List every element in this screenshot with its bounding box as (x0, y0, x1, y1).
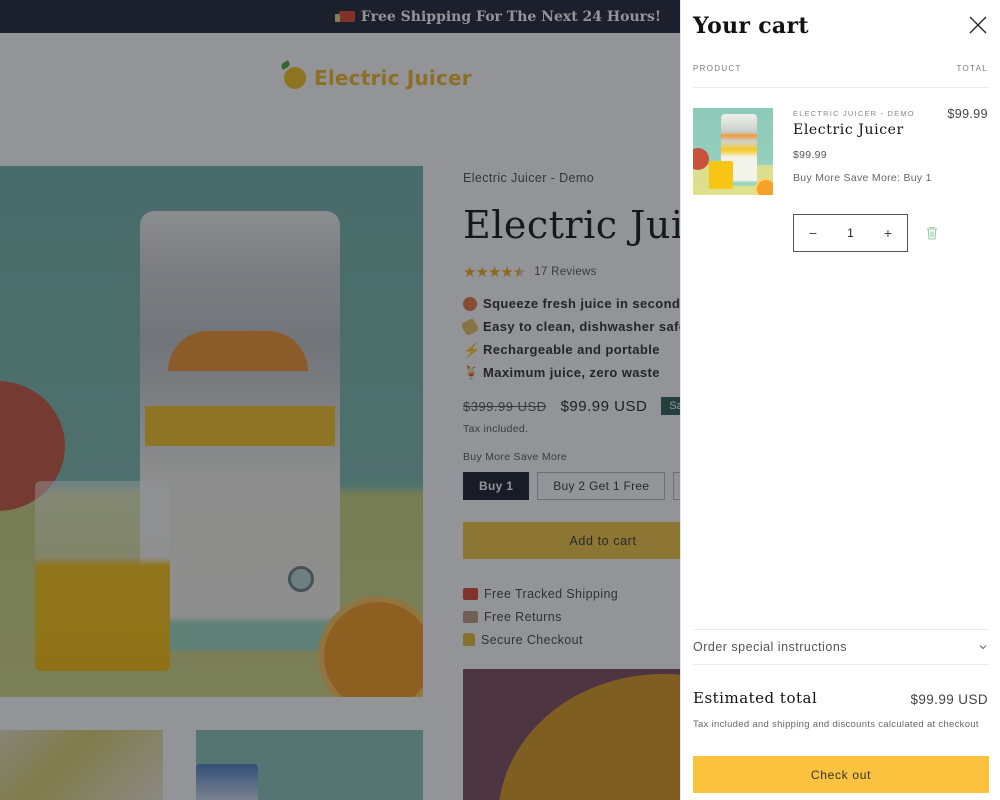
close-cart-button[interactable] (967, 14, 989, 36)
cart-item-price: $99.99 (793, 149, 827, 161)
checkout-button[interactable]: Check out (693, 756, 989, 793)
cart-item-vendor: ELECTRIC JUICER - DEMO (793, 109, 915, 118)
cart-drawer: Your cart PRODUCT TOTAL ELECTRIC JUICER … (680, 0, 1000, 800)
special-instructions-label: Order special instructions (693, 640, 848, 654)
special-instructions-toggle[interactable]: Order special instructions (693, 629, 989, 665)
header-divider (693, 87, 989, 88)
checkout-tax-note: Tax included and shipping and discounts … (693, 719, 979, 730)
glass-graphic (709, 161, 733, 189)
column-header-product: PRODUCT (693, 64, 742, 73)
trash-icon (927, 226, 937, 240)
remove-item-button[interactable] (925, 226, 939, 242)
quantity-stepper: − + (793, 214, 908, 252)
orange-slice-graphic (755, 178, 773, 195)
drawer-backdrop[interactable] (0, 0, 680, 800)
increase-quantity-button[interactable]: + (869, 215, 907, 251)
cart-item-option: Buy More Save More: Buy 1 (793, 172, 932, 184)
cart-item-name[interactable]: Electric Juicer (793, 122, 904, 138)
estimated-total-label: Estimated total (693, 689, 818, 707)
estimated-total-value: $99.99 USD (910, 692, 988, 707)
close-icon (969, 16, 987, 34)
column-header-total: TOTAL (956, 64, 988, 73)
cart-title: Your cart (693, 13, 809, 39)
quantity-input[interactable] (832, 226, 869, 240)
decrease-quantity-button[interactable]: − (794, 215, 832, 251)
cart-item-line-total: $99.99 (947, 107, 988, 121)
chevron-down-icon (979, 645, 987, 650)
mango-graphic (693, 148, 709, 170)
cart-item-image[interactable] (693, 108, 773, 195)
